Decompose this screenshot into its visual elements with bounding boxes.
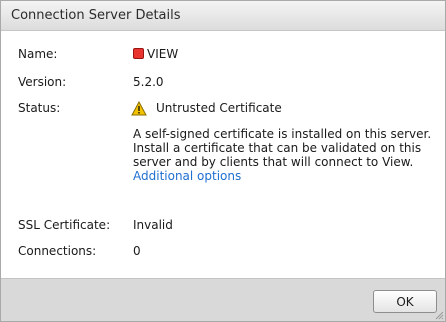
name-label: Name:	[18, 47, 58, 61]
status-value: Untrusted Certificate	[156, 101, 282, 115]
ok-button[interactable]: OK	[373, 290, 437, 313]
resize-grip-icon[interactable]	[435, 311, 444, 320]
dialog-title: Connection Server Details	[11, 8, 181, 23]
name-value: VIEW	[147, 47, 179, 61]
dialog-content: Name: VIEW Version: 5.2.0 Status: Untrus…	[1, 31, 445, 278]
ssl-certificate-value: Invalid	[133, 218, 173, 232]
warning-icon	[131, 101, 147, 116]
additional-options-link[interactable]: Additional options	[133, 169, 241, 183]
dialog-footer: OK	[1, 278, 445, 321]
version-label: Version:	[18, 75, 67, 89]
connection-server-details-dialog: Connection Server Details Name: VIEW Ver…	[0, 0, 446, 322]
connections-value: 0	[133, 244, 141, 258]
ssl-certificate-label: SSL Certificate:	[18, 218, 111, 232]
connections-label: Connections:	[18, 244, 97, 258]
server-status-icon	[133, 48, 144, 59]
certificate-description: A self-signed certificate is installed o…	[133, 127, 432, 169]
version-value: 5.2.0	[133, 75, 164, 89]
name-value-wrapper: VIEW	[133, 47, 178, 61]
dialog-titlebar[interactable]: Connection Server Details	[1, 1, 445, 31]
certificate-description-block: A self-signed certificate is installed o…	[133, 127, 433, 183]
status-label: Status:	[18, 101, 61, 115]
